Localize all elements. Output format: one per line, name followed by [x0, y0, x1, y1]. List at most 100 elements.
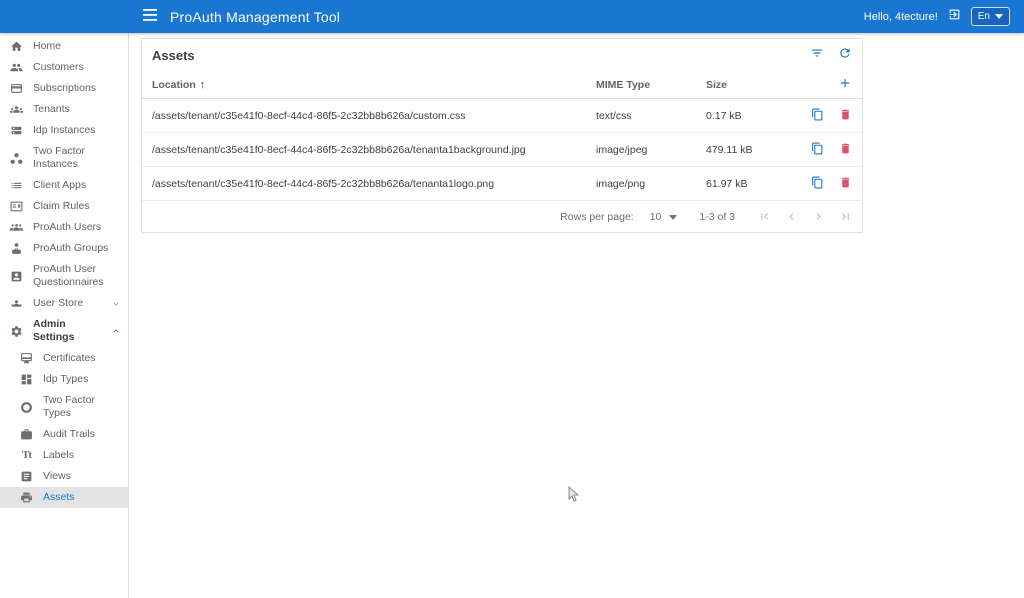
sidebar-item-assets[interactable]: Assets	[0, 487, 128, 508]
next-page-button[interactable]	[811, 210, 825, 224]
cell-mime-type: image/jpeg	[596, 144, 706, 156]
rows-per-page-value: 10	[650, 211, 662, 223]
card-icon	[10, 82, 23, 95]
copy-asset-button[interactable]	[811, 143, 824, 156]
contact-book-icon	[10, 270, 23, 283]
add-asset-button[interactable]	[837, 77, 852, 92]
certificate-icon	[20, 352, 33, 365]
assets-toolbar: Assets	[142, 39, 862, 71]
sidebar-item-views[interactable]: Views	[0, 466, 128, 487]
views-icon	[20, 470, 33, 483]
filter-button[interactable]	[809, 48, 824, 63]
labels-icon: Tt	[20, 449, 33, 462]
home-icon	[10, 40, 23, 53]
hamburger-icon	[143, 8, 157, 26]
last-page-button[interactable]	[838, 210, 852, 224]
cell-size: 61.97 kB	[706, 178, 798, 190]
trash-icon	[839, 108, 852, 124]
assets-card: Assets Location ↑ MIME Type Size	[141, 38, 863, 233]
sidebar-item-claim-rules[interactable]: Claim Rules	[0, 196, 128, 217]
cell-mime-type: text/css	[596, 110, 706, 122]
refresh-icon	[838, 46, 852, 65]
cell-location: /assets/tenant/c35e41f0-8ecf-44c4-86f5-2…	[152, 178, 596, 190]
copy-asset-button[interactable]	[811, 109, 824, 122]
sidebar-item-customers[interactable]: Customers	[0, 57, 128, 78]
people-icon	[10, 61, 23, 74]
sidebar-item-idp-instances[interactable]: Idp Instances	[0, 120, 128, 141]
briefcase-icon	[20, 428, 33, 441]
sidebar-item-admin-settings[interactable]: Admin Settings	[0, 314, 128, 348]
caret-down-icon	[995, 11, 1003, 22]
caret-down-icon	[669, 211, 677, 223]
cell-location: /assets/tenant/c35e41f0-8ecf-44c4-86f5-2…	[152, 144, 596, 156]
filter-list-icon	[810, 46, 824, 65]
topbar: ProAuth Management Tool Hello, 4tecture!…	[0, 0, 1024, 33]
rows-per-page-label: Rows per page:	[560, 211, 634, 223]
page-title: Assets	[152, 48, 195, 63]
table-row: /assets/tenant/c35e41f0-8ecf-44c4-86f5-2…	[142, 167, 862, 201]
sidebar: Home Customers Subscriptions Tenants Idp…	[0, 33, 129, 598]
sidebar-item-tenants[interactable]: Tenants	[0, 99, 128, 120]
trash-icon	[839, 176, 852, 192]
logout-icon	[948, 8, 961, 26]
copy-asset-button[interactable]	[811, 177, 824, 190]
delete-asset-button[interactable]	[839, 109, 852, 122]
sort-asc-icon: ↑	[200, 79, 206, 91]
column-header-location[interactable]: Location ↑	[152, 79, 596, 91]
app-title: ProAuth Management Tool	[170, 9, 340, 25]
copy-icon	[811, 142, 824, 158]
rows-per-page-select[interactable]: 10	[650, 211, 678, 223]
language-select-value: En	[978, 11, 990, 22]
language-select[interactable]: En	[971, 7, 1010, 26]
delete-asset-button[interactable]	[839, 177, 852, 190]
refresh-button[interactable]	[837, 48, 852, 63]
sidebar-item-home[interactable]: Home	[0, 36, 128, 57]
sidebar-item-certificates[interactable]: Certificates	[0, 348, 128, 369]
users-icon	[10, 221, 23, 234]
sidebar-item-proauth-user-questionnaires[interactable]: ProAuth User Questionnaires	[0, 259, 128, 293]
sidebar-item-proauth-users[interactable]: ProAuth Users	[0, 217, 128, 238]
menu-button[interactable]	[142, 9, 158, 25]
sidebar-item-two-factor-instances[interactable]: Two Factor Instances	[0, 141, 128, 175]
cluster-icon	[10, 152, 23, 165]
table-row: /assets/tenant/c35e41f0-8ecf-44c4-86f5-2…	[142, 99, 862, 133]
chevron-down-icon	[110, 298, 122, 310]
user-greeting: Hello, 4tecture!	[864, 11, 938, 23]
grid-icon	[20, 373, 33, 386]
sidebar-item-labels[interactable]: Tt Labels	[0, 445, 128, 466]
first-page-button[interactable]	[757, 210, 771, 224]
user-store-icon	[10, 297, 23, 310]
chevron-up-icon	[110, 325, 122, 337]
rule-icon	[10, 200, 23, 213]
sidebar-item-client-apps[interactable]: Client Apps	[0, 175, 128, 196]
groups-icon	[10, 103, 23, 116]
cell-location: /assets/tenant/c35e41f0-8ecf-44c4-86f5-2…	[152, 110, 596, 122]
trash-icon	[839, 142, 852, 158]
column-header-mime-type[interactable]: MIME Type	[596, 79, 706, 91]
sidebar-item-two-factor-types[interactable]: Two Factor Types	[0, 390, 128, 424]
list-icon	[10, 179, 23, 192]
previous-page-button[interactable]	[784, 210, 798, 224]
cell-size: 0.17 kB	[706, 110, 798, 122]
copy-icon	[811, 108, 824, 124]
table-row: /assets/tenant/c35e41f0-8ecf-44c4-86f5-2…	[142, 133, 862, 167]
table-header: Location ↑ MIME Type Size	[142, 71, 862, 99]
cell-size: 479.11 kB	[706, 144, 798, 156]
sidebar-item-proauth-groups[interactable]: ProAuth Groups	[0, 238, 128, 259]
admin-settings-icon	[10, 325, 23, 338]
two-factor-icon	[20, 401, 33, 414]
sidebar-item-user-store[interactable]: User Store	[0, 293, 128, 314]
plus-icon	[838, 76, 852, 93]
paginator: Rows per page: 10 1-3 of 3	[142, 201, 862, 232]
sidebar-item-subscriptions[interactable]: Subscriptions	[0, 78, 128, 99]
delete-asset-button[interactable]	[839, 143, 852, 156]
logout-button[interactable]	[947, 9, 962, 24]
main-content: Assets Location ↑ MIME Type Size	[130, 33, 1024, 598]
sidebar-item-audit-trails[interactable]: Audit Trails	[0, 424, 128, 445]
storage-icon	[10, 124, 23, 137]
column-header-size[interactable]: Size	[706, 79, 798, 91]
group-icon	[10, 242, 23, 255]
sidebar-item-idp-types[interactable]: Idp Types	[0, 369, 128, 390]
assets-icon	[20, 491, 33, 504]
page-range-label: 1-3 of 3	[699, 211, 735, 223]
